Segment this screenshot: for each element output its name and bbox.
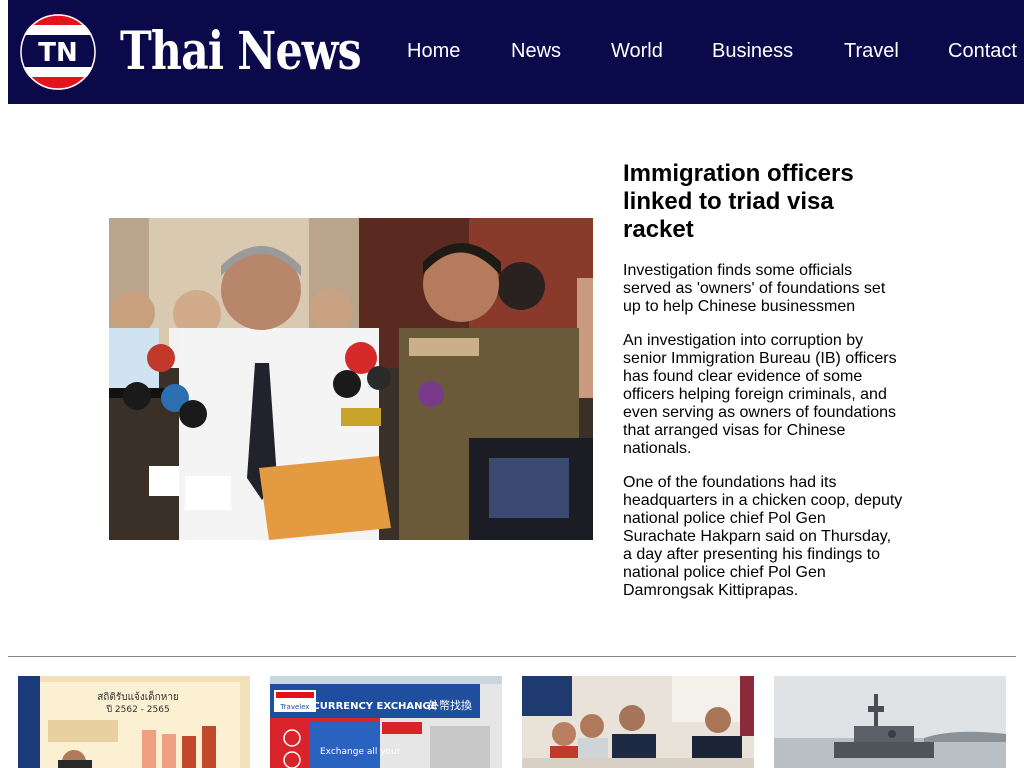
thumbnail-press-conference[interactable] <box>522 676 754 768</box>
poster-title: สถิติรับแจ้งเด็กหาย <box>97 689 179 703</box>
thumbnail-currency-exchange[interactable]: Travelex CURRENCY EXCHANGE 外幣找換 Exchange… <box>270 676 502 768</box>
nav-home[interactable]: Home <box>407 40 460 63</box>
nav-world[interactable]: World <box>611 40 663 63</box>
nav-news[interactable]: News <box>511 40 561 63</box>
site-header: TN Thai News Home News World Business Tr… <box>8 0 1024 104</box>
nav-business[interactable]: Business <box>712 40 793 63</box>
article-standfirst: Investigation finds some officials serve… <box>623 262 886 315</box>
thumbnail-chart-poster[interactable]: สถิติรับแจ้งเด็กหาย ปี 2562 - 2565 <box>18 676 250 768</box>
thumbnail-warship[interactable] <box>774 676 1006 768</box>
thumb-sign-text: CURRENCY EXCHANGE <box>312 701 437 712</box>
main-nav: Home News World Business Travel Contact <box>8 0 1024 104</box>
hero-news-photo[interactable] <box>109 218 593 540</box>
nav-travel[interactable]: Travel <box>844 40 899 63</box>
hero-article: Immigration officers linked to triad vis… <box>623 160 903 616</box>
poster-subtitle: ปี 2562 - 2565 <box>106 704 170 715</box>
article-paragraph: An investigation into corruption by seni… <box>623 332 897 457</box>
nav-contact[interactable]: Contact <box>948 40 1017 63</box>
thumb-brand-text: Travelex <box>279 703 309 711</box>
article-headline[interactable]: Immigration officers linked to triad vis… <box>623 160 903 244</box>
thumb-sign-cn: 外幣找換 <box>428 698 472 712</box>
article-paragraph: One of the foundations had its headquart… <box>623 474 903 599</box>
thumb-panel-text: Exchange all your <box>320 747 401 757</box>
section-divider <box>8 656 1016 657</box>
